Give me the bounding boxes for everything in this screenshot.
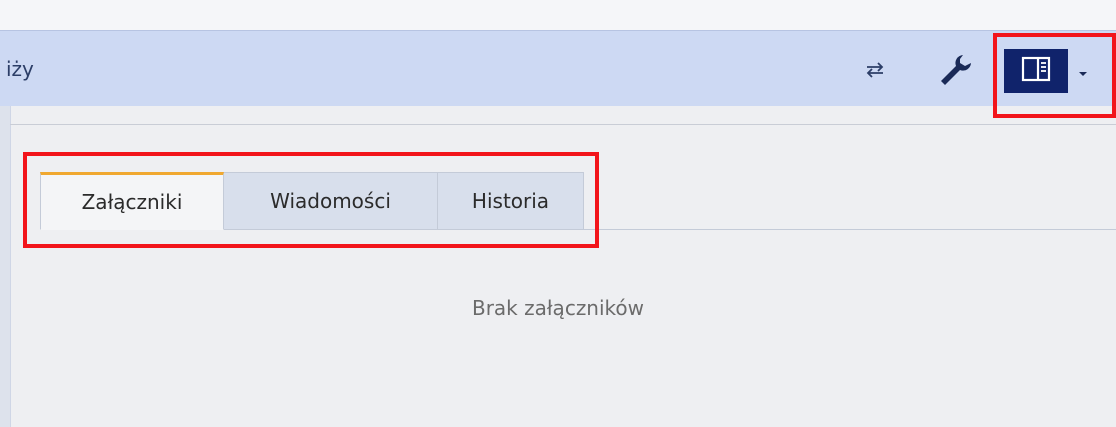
caret-down-icon [1078, 62, 1088, 81]
content-divider [10, 124, 1116, 125]
tab-baseline [584, 229, 1116, 230]
tab-bar: Załączniki Wiadomości Historia [40, 172, 584, 230]
swap-button[interactable] [858, 55, 892, 89]
swap-arrows-icon [864, 61, 886, 83]
panel-layout-button[interactable] [1004, 49, 1068, 93]
content-panel: Załączniki Wiadomości Historia Brak załą… [0, 106, 1116, 427]
window-top-strip [0, 0, 1116, 30]
tab-attachments[interactable]: Załączniki [40, 172, 224, 230]
settings-button[interactable] [932, 49, 978, 95]
panel-layout-dropdown[interactable] [1068, 49, 1098, 93]
toolbar-label: iży [6, 57, 34, 81]
tab-messages[interactable]: Wiadomości [224, 172, 438, 230]
left-edge-bar [0, 106, 11, 427]
empty-state-message: Brak załączników [471, 296, 645, 320]
tab-history[interactable]: Historia [438, 172, 584, 230]
panel-layout-icon [1021, 56, 1051, 86]
wrench-icon [936, 51, 974, 93]
toolbar: iży [0, 30, 1116, 106]
